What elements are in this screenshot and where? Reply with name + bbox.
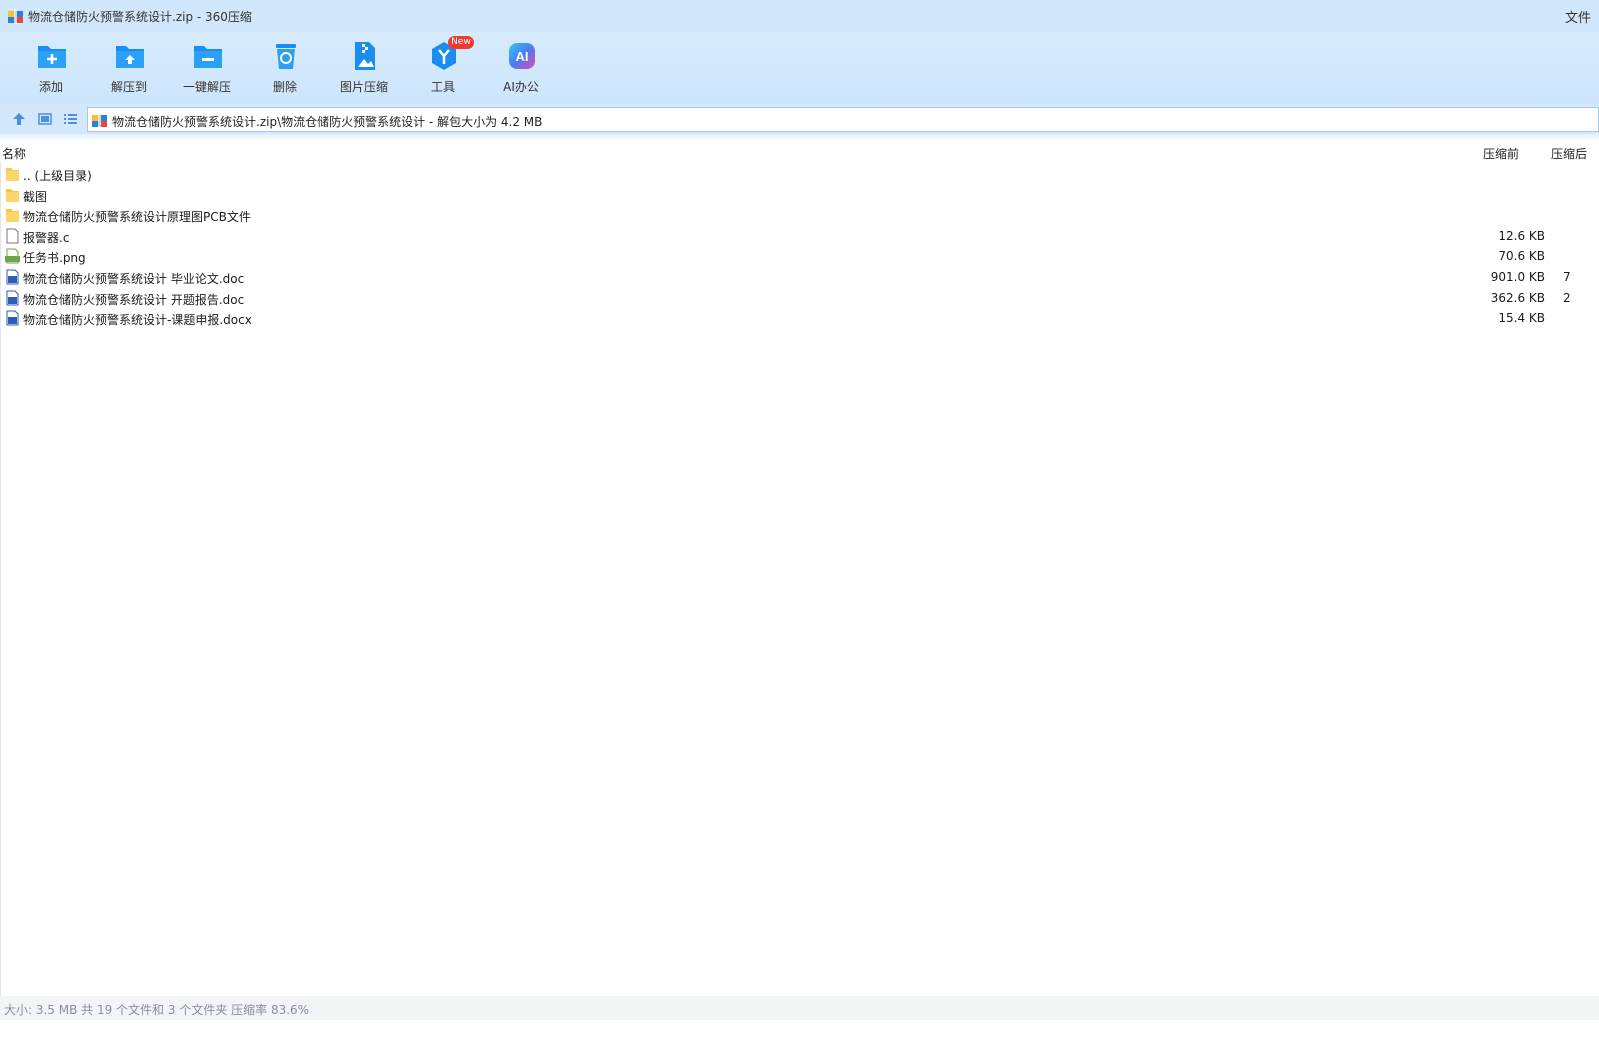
extract-to-label: 解压到 — [110, 80, 147, 94]
image-compress-icon — [355, 42, 375, 70]
column-size-after[interactable]: 压缩后 — [1551, 145, 1599, 162]
archive-app-icon — [8, 9, 23, 24]
file-size: 70.6 KB — [1498, 249, 1545, 264]
file-packed-size: 2 — [1563, 290, 1571, 305]
one-click-extract-label: 一键解压 — [182, 80, 231, 94]
list-item[interactable]: 物流仓储防火预警系统设计-课题申报.docx 15.4 KB — [0, 308, 1599, 329]
file-name: 报警器.c — [23, 230, 70, 245]
archive-icon — [92, 113, 107, 128]
list-item[interactable]: 截图 — [0, 185, 1599, 206]
file-name: 物流仓储防火预警系统设计 开题报告.doc — [23, 292, 245, 307]
column-size-before[interactable]: 压缩前 — [1483, 145, 1519, 162]
window-title: 物流仓储防火预警系统设计.zip - 360压缩 — [28, 10, 252, 24]
recycle-bin-icon — [276, 44, 296, 69]
list-item[interactable]: 任务书.png 70.6 KB — [0, 246, 1599, 267]
column-header: 名称 压缩前 压缩后 — [0, 142, 1599, 162]
address-path: 物流仓储防火预警系统设计.zip\物流仓储防火预警系统设计 - 解包大小为 4.… — [112, 115, 543, 129]
folder-icon — [6, 188, 19, 202]
address-bar[interactable]: 物流仓储防火预警系统设计.zip\物流仓储防火预警系统设计 - 解包大小为 4.… — [87, 107, 1599, 132]
word-doc-icon — [6, 269, 19, 285]
file-name: 物流仓储防火预警系统设计原理图PCB文件 — [23, 210, 251, 225]
folder-icon — [6, 168, 19, 181]
navigation-bar: 物流仓储防火预警系统设计.zip\物流仓储防火预警系统设计 - 解包大小为 4.… — [0, 104, 1599, 134]
list-view-icon[interactable] — [61, 110, 79, 128]
add-folder-icon — [38, 46, 66, 68]
list-item[interactable]: 物流仓储防火预警系统设计 开题报告.doc 362.6 KB 2 — [0, 288, 1599, 309]
file-menu[interactable]: 文件 — [1565, 7, 1591, 26]
delete-button[interactable]: 删除 — [250, 38, 320, 100]
file-name: .. (上级目录) — [23, 169, 92, 183]
list-item[interactable]: .. (上级目录) — [0, 164, 1599, 185]
word-doc-icon — [6, 310, 19, 326]
one-click-extract-icon — [194, 46, 222, 68]
extract-to-icon — [116, 46, 144, 68]
word-doc-icon — [6, 290, 19, 306]
status-text: 大小: 3.5 MB 共 19 个文件和 3 个文件夹 压缩率 83.6% — [4, 1003, 310, 1017]
image-compress-label: 图片压缩 — [339, 80, 388, 94]
svg-text:AI: AI — [516, 49, 529, 64]
add-button[interactable]: 添加 — [16, 38, 86, 100]
file-size: 901.0 KB — [1490, 269, 1545, 284]
tools-label: 工具 — [430, 80, 455, 94]
toolbar: 添加 解压到 一键解压 删除 图片压缩 New 工具 AI AI办公 — [0, 32, 1599, 104]
up-arrow-icon[interactable] — [10, 110, 28, 128]
file-name: 任务书.png — [23, 251, 86, 266]
add-label: 添加 — [38, 80, 63, 94]
list-item[interactable]: 物流仓储防火预警系统设计 毕业论文.doc 901.0 KB 7 — [0, 267, 1599, 288]
file-size: 15.4 KB — [1498, 311, 1545, 326]
tools-button[interactable]: New 工具 — [408, 36, 478, 100]
file-name: 物流仓储防火预警系统设计 毕业论文.doc — [23, 271, 245, 286]
ai-office-button[interactable]: AI AI办公 — [486, 38, 556, 100]
ai-office-label: AI办公 — [503, 80, 539, 94]
folder-icon — [6, 209, 19, 223]
window-bottom — [0, 1020, 1599, 1041]
file-size: 362.6 KB — [1490, 290, 1545, 305]
status-bar: 大小: 3.5 MB 共 19 个文件和 3 个文件夹 压缩率 83.6% — [0, 996, 1599, 1020]
list-item[interactable]: 物流仓储防火预警系统设计原理图PCB文件 — [0, 205, 1599, 226]
list-item[interactable]: 报警器.c 12.6 KB — [0, 226, 1599, 247]
title-bar: 物流仓储防火预警系统设计.zip - 360压缩 文件 — [0, 0, 1599, 32]
new-badge: New — [448, 36, 474, 49]
text-file-icon — [6, 228, 19, 244]
thumbnail-view-icon[interactable] — [36, 110, 54, 128]
file-name: 截图 — [23, 189, 48, 204]
column-name[interactable]: 名称 — [2, 145, 26, 162]
file-size: 12.6 KB — [1498, 228, 1545, 243]
toolbar-divider — [0, 134, 1599, 142]
ai-office-icon: AI — [509, 43, 535, 69]
image-file-icon — [5, 248, 20, 264]
one-click-extract-button[interactable]: 一键解压 — [172, 38, 242, 100]
delete-label: 删除 — [272, 80, 297, 94]
file-list: .. (上级目录) 截图 物流仓储防火预警系统设计原理图PCB文件 报警器.c … — [0, 164, 1599, 329]
file-packed-size: 7 — [1563, 269, 1571, 284]
file-name: 物流仓储防火预警系统设计-课题申报.docx — [23, 313, 252, 328]
app-window: 物流仓储防火预警系统设计.zip - 360压缩 文件 添加 解压到 一键解压 … — [0, 0, 1599, 1041]
image-compress-button[interactable]: 图片压缩 — [329, 38, 399, 100]
extract-to-button[interactable]: 解压到 — [94, 38, 164, 100]
